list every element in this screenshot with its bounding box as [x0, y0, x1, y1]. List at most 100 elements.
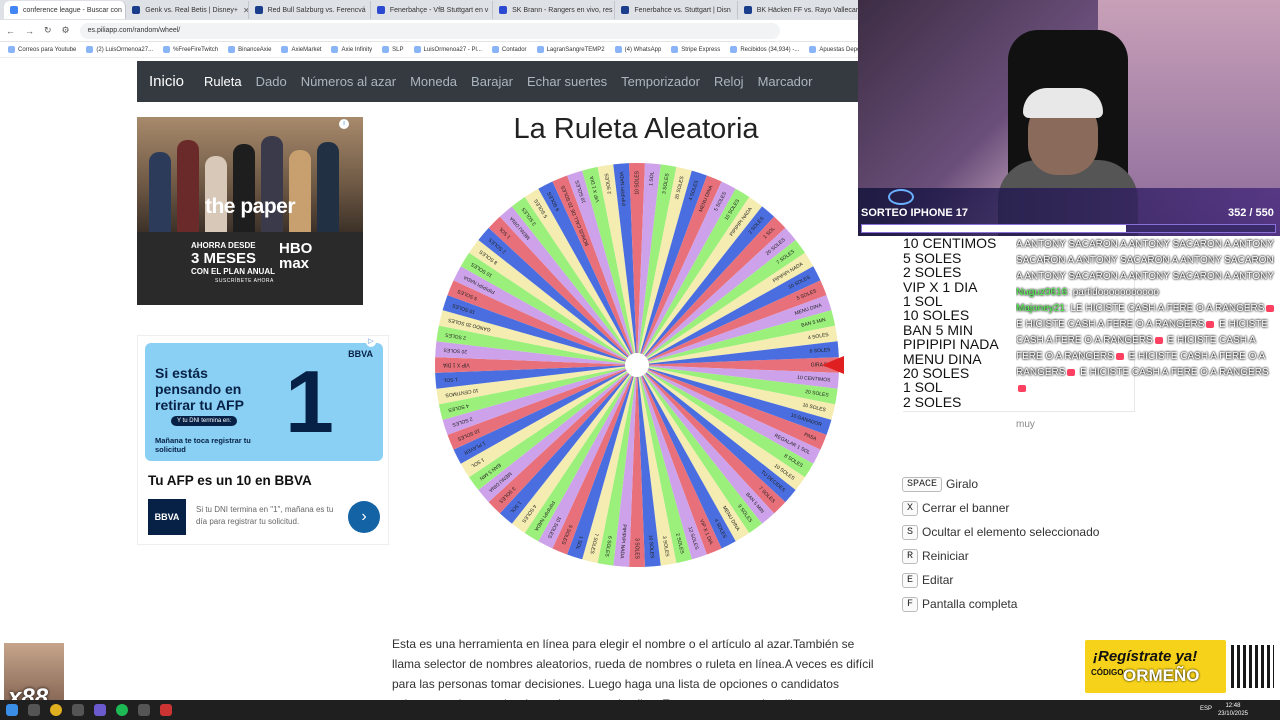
bookmark-item[interactable]: BinanceAxie	[228, 46, 271, 53]
spotify-icon[interactable]	[116, 704, 128, 716]
bookmark-item[interactable]: Stripe Express	[671, 46, 720, 53]
bookmark-icon	[730, 46, 738, 53]
keyboard-shortcuts: SPACE Giralo X Cerrar el banner S Ocultar el …	[902, 472, 1099, 616]
tab-favicon-icon	[743, 6, 752, 14]
shortcut-key[interactable]: SPACE	[902, 476, 943, 492]
chat-message: Nuguz0616: partidooooooooooo	[1016, 287, 1159, 298]
bookmark-item[interactable]: (2) LuisOrmenoa27...	[86, 46, 153, 53]
shortcut-row: SPACE Giralo	[902, 472, 1099, 496]
chrome-icon[interactable]	[50, 704, 62, 716]
bookmark-item[interactable]: Correos para Youtube	[8, 46, 76, 53]
nav-link[interactable]: Números al azar	[301, 74, 396, 89]
hbo-max-ad[interactable]: the paper AHORRA DESDE 3 MESES CON EL PL…	[137, 117, 363, 305]
shortcut-key[interactable]: R	[902, 548, 919, 564]
wheel-segment-label: 1 SOL	[648, 171, 655, 186]
bbva-headline: Si estás pensando en retirar tu AFP	[155, 365, 244, 413]
nav-link[interactable]: Moneda	[410, 74, 457, 89]
nav-link[interactable]: Reloj	[714, 74, 744, 89]
shortcut-label: Cerrar el banner	[922, 501, 1010, 515]
ad-info-icon[interactable]: i	[339, 119, 349, 129]
shortcut-row: R Reiniciar	[902, 544, 1099, 568]
promo-headline: ¡Regístrate ya!	[1093, 648, 1198, 665]
giveaway-count: 352 / 550	[1228, 207, 1274, 219]
bbva-ad-title[interactable]: Tu AFP es un 10 en BBVA	[148, 473, 312, 488]
back-icon[interactable]: ←	[6, 26, 15, 36]
bookmark-item[interactable]: Recibidos (34,934) -...	[730, 46, 799, 53]
bookmark-item[interactable]: LagranSangreTEMP2	[536, 46, 605, 53]
tab-favicon-icon	[10, 6, 18, 14]
bookmark-item[interactable]: AxieMarket	[281, 46, 321, 53]
bbva-subtext: Mañana te toca registrar tu solicitud	[155, 436, 251, 454]
roulette-wheel[interactable]: GIRA DE10 CENTIMOS20 SOLES10 SOLES10 GAN…	[433, 161, 841, 569]
nav-link[interactable]: Echar suertes	[527, 74, 607, 89]
bookmark-icon	[281, 46, 289, 53]
shortcut-key[interactable]: F	[902, 596, 919, 612]
bookmark-icon	[536, 46, 544, 53]
shortcut-key[interactable]: E	[902, 572, 919, 588]
taskbar-app-icon[interactable]	[94, 704, 106, 716]
system-clock[interactable]: 12:48 23/10/2025	[1218, 702, 1248, 718]
giveaway-progress-bar	[861, 224, 1276, 233]
bookmark-icon	[86, 46, 94, 53]
bbva-ad[interactable]: BBVA Si estás pensando en retirar tu AFP…	[137, 335, 389, 545]
tab-favicon-icon	[376, 6, 385, 14]
browser-tab[interactable]: conference league - Buscar con✕	[4, 1, 127, 19]
url-field[interactable]: es.piliapp.com/random/wheel/	[79, 22, 780, 39]
emote-icon	[1266, 304, 1275, 312]
shortcut-key[interactable]: S	[902, 524, 919, 540]
taskbar-app-icon[interactable]	[72, 704, 84, 716]
bookmark-icon	[671, 46, 679, 53]
browser-tab[interactable]: Fenerbahce vs. Stuttgart | Disn✕	[615, 1, 738, 19]
chat-tail: muy	[1016, 419, 1035, 430]
bookmark-icon	[8, 46, 15, 53]
bookmark-item[interactable]: LuisOrmenoa27 - Pl...	[413, 46, 482, 53]
wheel-segment-label: 1 SOL	[443, 376, 458, 383]
taskbar-app-icon[interactable]	[28, 704, 40, 716]
wheel-pointer-icon	[822, 356, 844, 374]
taskbar-app-icon[interactable]	[160, 704, 172, 716]
shortcut-row: S Ocultar el elemento seleccionado	[902, 520, 1099, 544]
tab-favicon-icon	[499, 6, 508, 14]
chat-message: Majoney21: LE HICISTE CASH A FERE O A RA…	[1016, 301, 1278, 397]
nav-link[interactable]: Barajar	[471, 74, 513, 89]
start-icon[interactable]	[6, 704, 18, 716]
emote-icon	[1115, 352, 1124, 360]
reload-icon[interactable]: ↻	[44, 25, 52, 36]
site-info-icon[interactable]: ⚙	[62, 25, 70, 36]
taskbar-app-icon[interactable]	[138, 704, 150, 716]
bookmark-icon	[331, 46, 339, 53]
ad-headline: the paper	[204, 195, 296, 218]
nav-link[interactable]: Ruleta	[204, 74, 242, 89]
nav-brand-inicio[interactable]: Inicio	[149, 73, 184, 90]
bookmark-icon	[809, 46, 817, 53]
bookmark-item[interactable]: Contador	[491, 46, 527, 53]
ad-subscribe-cta[interactable]: SUSCRÍBETE AHORA	[215, 278, 274, 284]
bookmark-item[interactable]: Axie Infinity	[331, 46, 372, 53]
bookmark-item[interactable]: SLP	[382, 46, 404, 53]
giveaway-logo-icon	[888, 189, 914, 205]
shortcut-key[interactable]: X	[902, 500, 919, 516]
bbva-ad-arrow-button[interactable]: ›	[348, 501, 380, 533]
keyboard-language[interactable]: ESP	[1200, 706, 1212, 712]
bbva-ad-banner[interactable]: BBVA Si estás pensando en retirar tu AFP…	[145, 343, 383, 461]
nav-link[interactable]: Temporizador	[621, 74, 700, 89]
browser-tab[interactable]: SK Brann - Rangers en vivo, res✕	[493, 1, 616, 19]
bookmark-item[interactable]: %FreeFireTwitch	[163, 46, 218, 53]
bookmark-item[interactable]: (4) WhatsApp	[614, 46, 661, 53]
bbva-square-logo: BBVA	[148, 499, 186, 535]
promo-code-label: CÓDIGO:	[1091, 668, 1127, 677]
forward-icon[interactable]: →	[25, 26, 34, 36]
browser-tab[interactable]: Fenerbahçe - VfB Stuttgart en v✕	[371, 1, 494, 19]
browser-tab[interactable]: Red Bull Salzburg vs. Ferencvá✕	[249, 1, 371, 19]
ad-choices-icon[interactable]: ▷	[366, 337, 376, 347]
wheel-hub[interactable]	[625, 353, 649, 377]
tab-favicon-icon	[132, 6, 141, 14]
site-navbar: Inicio Ruleta Dado Números al azar Moneda Ba…	[137, 61, 859, 102]
browser-tab[interactable]: Genk vs. Real Betis | Disney+✕	[126, 1, 249, 19]
bookmark-item[interactable]: Apuestas Depo	[809, 46, 860, 53]
bbva-ad-description: Si tu DNI termina en "1", mañana es tu d…	[196, 505, 334, 526]
browser-tab[interactable]: BK Häcken FF vs. Rayo Vallecan✕	[738, 1, 860, 19]
chat-message: A ANTONY SACARON A ANTONY SACARON A ANTO…	[1016, 239, 1275, 282]
nav-link[interactable]: Dado	[256, 74, 287, 89]
nav-link[interactable]: Marcador	[758, 74, 813, 89]
